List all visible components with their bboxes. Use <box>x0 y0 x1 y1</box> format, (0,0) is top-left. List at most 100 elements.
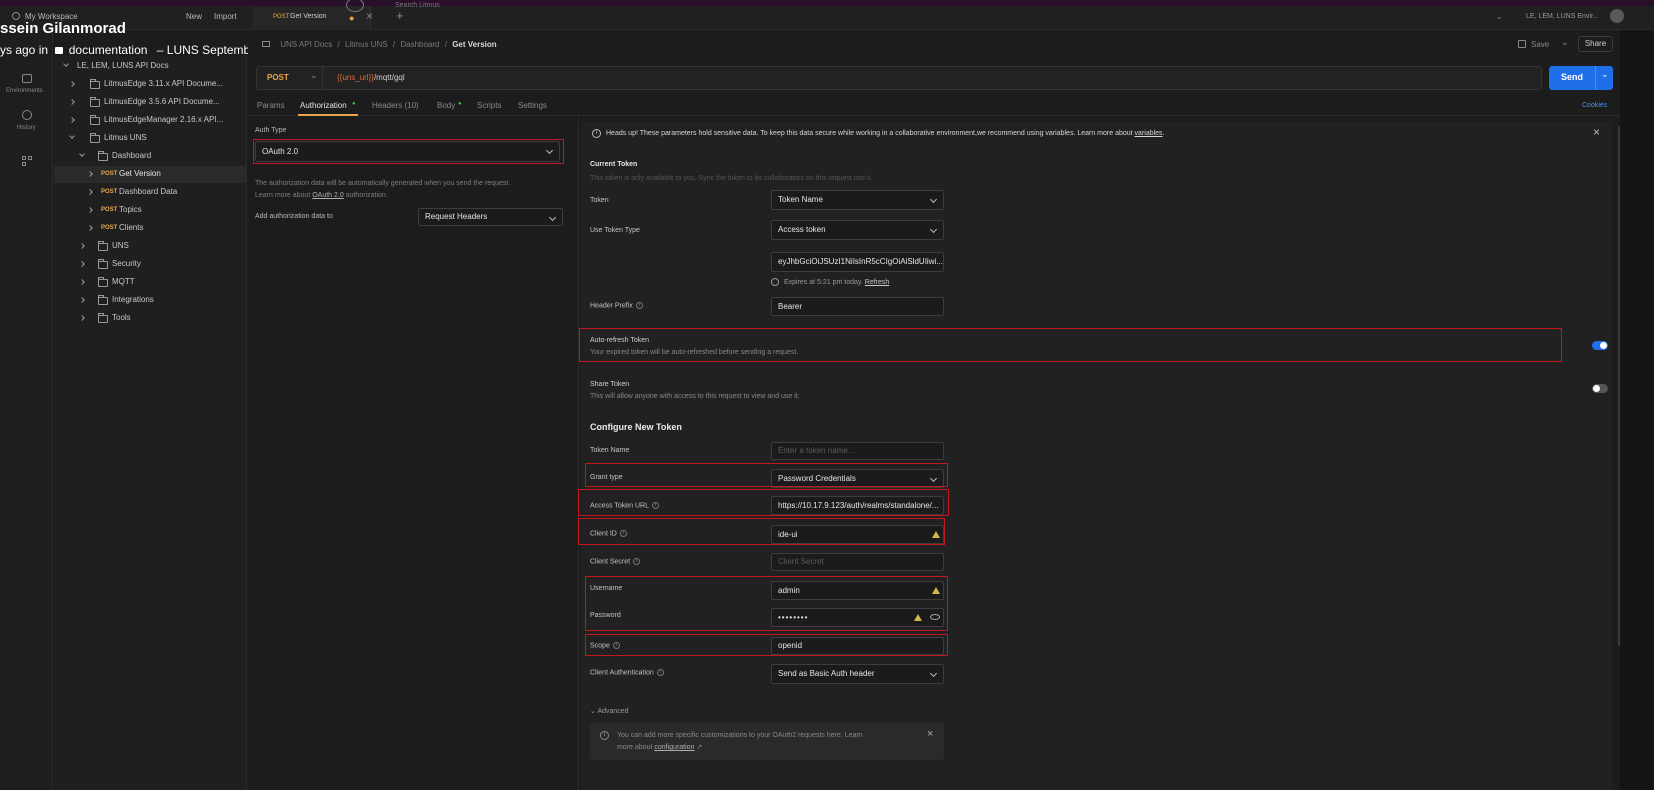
method-badge: POST <box>101 207 118 213</box>
client-auth-label-text: Client Authentication <box>590 669 654 677</box>
breadcrumb-item[interactable]: UNS API Docs <box>280 40 332 49</box>
url-input[interactable]: {{uns_url}}/mqtt/gql <box>337 73 405 82</box>
breadcrumb-item[interactable]: Litmus UNS <box>345 40 388 49</box>
tree-item[interactable]: MQTT <box>54 274 247 291</box>
new-tab-plus-icon[interactable]: + <box>396 8 404 23</box>
env-chevron-icon[interactable]: ⌄ <box>1496 12 1503 21</box>
notice-text: Heads up! These parameters hold sensitiv… <box>606 130 1165 137</box>
refresh-link[interactable]: Refresh <box>865 279 890 286</box>
auth-description-2: Learn more about <box>255 192 311 199</box>
tree-item[interactable]: Tools <box>54 310 247 327</box>
highlight-box <box>578 489 949 516</box>
chevron-down-icon: ⌄ <box>1601 69 1609 79</box>
tree-item[interactable]: Integrations <box>54 292 247 309</box>
tree-item[interactable]: POST Topics <box>54 202 247 219</box>
token-name-input[interactable]: Enter a token name... <box>771 442 944 460</box>
save-icon <box>1518 40 1526 48</box>
chevron-down-icon <box>79 151 85 157</box>
import-button[interactable]: Import <box>214 12 237 21</box>
tab-params[interactable]: Params <box>257 101 285 110</box>
tree-item[interactable]: LitmusEdge 3.5.6 API Docume... <box>54 94 247 111</box>
send-button[interactable]: Send ⌄ <box>1549 66 1613 90</box>
folder-icon <box>98 277 108 287</box>
breadcrumb-item[interactable]: Dashboard <box>400 40 439 49</box>
info-icon: i <box>656 669 664 676</box>
token-select[interactable]: Token Name <box>771 190 944 210</box>
breadcrumb: UNS API Docs / Litmus UNS / Dashboard / … <box>262 40 497 49</box>
chevron-down-icon <box>69 133 75 139</box>
info-icon: i <box>600 731 609 740</box>
auth-description-1: The authorization data will be automatic… <box>255 180 511 187</box>
url-variable: {{uns_url}} <box>337 73 374 82</box>
chevron-right-icon <box>87 225 93 231</box>
variables-link[interactable]: variables <box>1135 130 1163 137</box>
close-icon[interactable]: × <box>366 9 373 23</box>
tab-settings[interactable]: Settings <box>518 101 547 110</box>
tree-item-label: Dashboard <box>112 151 152 160</box>
tree-item[interactable]: UNS <box>54 238 247 255</box>
tree-item[interactable]: POST Dashboard Data <box>54 184 247 201</box>
method-label: POST <box>267 73 289 82</box>
share-button[interactable]: Share <box>1578 36 1613 52</box>
save-button[interactable]: Save ⌄ <box>1518 37 1574 53</box>
tab-headers[interactable]: Headers (10) <box>372 101 419 110</box>
rail-history-label[interactable]: History <box>17 125 36 131</box>
method-selector[interactable]: POST ⌄ <box>257 67 323 89</box>
tree-item[interactable]: LitmusEdge 3.11.x API Docume... <box>54 76 247 93</box>
tree-item-selected[interactable]: POST Get Version <box>54 166 247 183</box>
external-link-icon: ↗ <box>696 744 703 751</box>
tree-item[interactable]: Security <box>54 256 247 273</box>
request-tabs: Params Authorization ● Headers (10) Body… <box>248 96 1620 116</box>
header-prefix-field[interactable]: Bearer <box>771 297 944 316</box>
client-secret-input[interactable]: Client Secret <box>771 553 944 571</box>
environment-selector[interactable]: LE, LEM, LUNS Envir... <box>1526 13 1599 20</box>
tree-item-label: Dashboard Data <box>119 187 178 196</box>
oauth-config-panel: i Heads up! These parameters hold sensit… <box>578 122 1612 790</box>
auto-refresh-toggle[interactable] <box>1592 341 1608 350</box>
current-token-heading: Current Token <box>590 161 638 168</box>
add-auth-to-label: Add authorization data to <box>255 213 333 220</box>
tab-scripts[interactable]: Scripts <box>477 101 501 110</box>
share-token-title: Share Token <box>590 381 630 388</box>
auth-description: The authorization data will be automatic… <box>255 178 575 202</box>
tree-item[interactable]: Dashboard <box>54 148 247 165</box>
close-icon[interactable]: × <box>927 728 933 740</box>
tab-body[interactable]: Body <box>437 101 455 110</box>
tree-item-label: Clients <box>119 223 144 232</box>
use-token-type-select[interactable]: Access token <box>771 220 944 240</box>
token-name-label: Token Name <box>590 447 630 454</box>
chevron-right-icon <box>79 243 85 249</box>
client-auth-select[interactable]: Send as Basic Auth header <box>771 664 944 684</box>
tree-item[interactable]: Litmus UNS <box>54 130 247 147</box>
folder-icon <box>90 97 100 107</box>
tree-item[interactable]: POST Clients <box>54 220 247 237</box>
token-expiry-text: Expires at 5:21 pm today. <box>783 278 863 286</box>
current-token-subtext: This token is only available to you. Syn… <box>590 175 873 182</box>
search-input[interactable]: Search Litmus <box>395 2 440 9</box>
token-value-field[interactable]: eyJhbGciOiJSUzI1NiIsInR5cCIgOiAiSldUIiwi… <box>771 252 944 272</box>
add-auth-to-select[interactable]: Request Headers <box>418 208 563 226</box>
info-icon: i <box>592 129 601 138</box>
lock-icon <box>55 47 64 55</box>
avatar[interactable] <box>1610 9 1624 23</box>
configure-workspace-icon[interactable] <box>22 156 32 166</box>
environments-icon[interactable] <box>22 74 32 83</box>
auth-type-label: Auth Type <box>255 127 287 134</box>
tab-authorization[interactable]: Authorization <box>300 101 347 110</box>
tree-root[interactable]: LE, LEM, LUNS API Docs <box>54 58 247 75</box>
tree-item-label: Topics <box>119 205 142 214</box>
advanced-toggle[interactable]: ⌄ Advanced <box>590 707 629 715</box>
history-icon[interactable] <box>22 110 32 120</box>
tree-item-label: Tools <box>112 313 131 322</box>
folder-icon <box>98 241 108 251</box>
share-token-toggle[interactable] <box>1592 384 1608 393</box>
tree-item[interactable]: LitmusEdgeManager 2.16.x API... <box>54 112 247 129</box>
rail-environments-label[interactable]: Environments <box>6 88 43 94</box>
close-icon[interactable]: × <box>1593 125 1600 139</box>
new-button[interactable]: New <box>186 12 202 21</box>
info-icon: i <box>633 558 641 565</box>
folder-icon <box>90 79 100 89</box>
cookies-link[interactable]: Cookies <box>1582 102 1607 109</box>
configuration-link[interactable]: configuration <box>654 744 694 751</box>
oauth2-link[interactable]: OAuth 2.0 <box>312 192 344 199</box>
